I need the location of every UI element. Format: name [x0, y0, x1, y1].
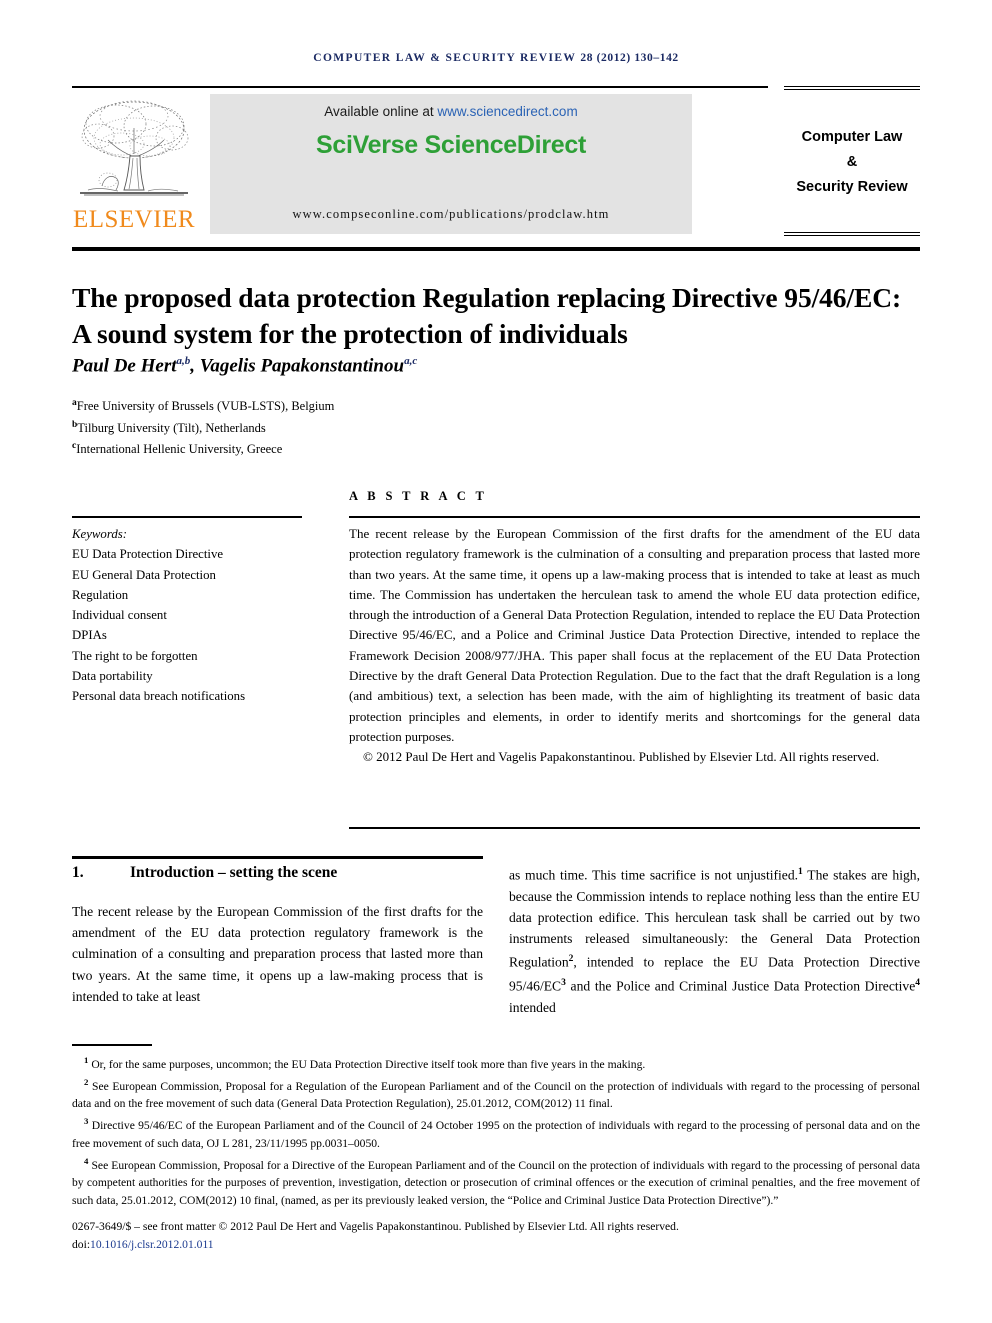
journal-title-box: Computer Law & Security Review	[784, 100, 920, 224]
author-list: Paul De Herta,b, Vagelis Papakonstantino…	[72, 355, 418, 377]
abstract-heading: A B S T R A C T	[349, 489, 488, 503]
masthead-rule-left	[72, 86, 768, 88]
affiliation-text: International Hellenic University, Greec…	[76, 442, 283, 457]
intro-right-part1: as much time. This time sacrifice is not…	[509, 867, 799, 883]
section-number: 1.	[72, 864, 84, 881]
abstract-text: The recent release by the European Commi…	[349, 526, 920, 744]
keyword-item: DPIAs	[72, 628, 107, 643]
journal-box-rule-top	[784, 86, 920, 90]
keyword-item: EU General Data Protection	[72, 567, 216, 582]
elsevier-tree-icon	[80, 100, 189, 196]
available-online-line: Available online at www.sciencedirect.co…	[210, 104, 692, 119]
journal-homepage-url[interactable]: www.compseconline.com/publications/prodc…	[210, 207, 692, 222]
running-head: COMPUTER LAW & SECURITY REVIEW 28 (2012)…	[0, 52, 992, 64]
keyword-item: Individual consent	[72, 608, 167, 623]
footnote-mark: 3	[84, 1116, 89, 1127]
affiliation-item: cInternational Hellenic University, Gree…	[72, 437, 772, 459]
footnote-ref-4[interactable]: 4	[915, 978, 920, 988]
intro-right-part4: and the Police and Criminal Justice Data…	[565, 978, 916, 994]
affiliation-text: Free University of Brussels (VUB-LSTS), …	[76, 399, 335, 414]
elsevier-logo: ELSEVIER	[72, 94, 196, 234]
keywords-rule	[72, 516, 302, 518]
abstract-rule-bottom	[349, 827, 920, 829]
abstract-block: The recent release by the European Commi…	[349, 524, 920, 768]
footnote-item: 3 Directive 95/46/EC of the European Par…	[72, 1113, 920, 1152]
journal-article-page: COMPUTER LAW & SECURITY REVIEW 28 (2012)…	[0, 0, 992, 1323]
intro-right-part5: intended	[509, 999, 556, 1015]
elsevier-wordmark: ELSEVIER	[72, 206, 196, 233]
keywords-label: Keywords:	[72, 527, 127, 541]
article-title: The proposed data protection Regulation …	[72, 282, 902, 350]
keyword-item: Personal data breach notifications	[72, 689, 246, 704]
title-rule	[72, 247, 920, 251]
author-affil-marks-1: a,b	[176, 355, 191, 367]
doi-value[interactable]: 10.1016/j.clsr.2012.01.011	[90, 1238, 214, 1251]
footnote-text: Or, for the same purposes, uncommon; the…	[91, 1057, 646, 1071]
keyword-item: The right to be forgotten	[72, 648, 198, 663]
front-matter-block: 0267-3649/$ – see front matter © 2012 Pa…	[72, 1218, 920, 1254]
running-head-journal: COMPUTER LAW & SECURITY REVIEW	[313, 52, 577, 64]
footnote-mark: 2	[84, 1076, 89, 1087]
affiliation-item: bTilburg University (Tilt), Netherlands	[72, 416, 772, 438]
keywords-block: Keywords: EU Data Protection Directive E…	[72, 524, 322, 707]
journal-box-line-2: &	[846, 153, 858, 170]
author-name-1: Paul De Hert	[72, 355, 177, 377]
footnote-text: See European Commission, Proposal for a …	[72, 1158, 920, 1208]
sciencedirect-link[interactable]: www.sciencedirect.com	[437, 104, 577, 119]
author-affil-marks-2: a,c	[404, 355, 418, 367]
affiliation-text: Tilburg University (Tilt), Netherlands	[77, 420, 266, 435]
journal-box-line-3: Security Review	[796, 178, 908, 195]
footnote-text: Directive 95/46/EC of the European Parli…	[72, 1118, 920, 1150]
footnote-mark: 4	[84, 1155, 89, 1166]
author-name-2: Vagelis Papakonstantinou	[199, 355, 405, 377]
abstract-rule-top	[349, 516, 920, 518]
footnote-item: 2 See European Commission, Proposal for …	[72, 1074, 920, 1113]
affiliation-item: aFree University of Brussels (VUB-LSTS),…	[72, 394, 772, 416]
keyword-item: Data portability	[72, 669, 153, 684]
intro-paragraph-left: The recent release by the European Commi…	[72, 904, 483, 1004]
available-online-prefix: Available online at	[324, 104, 438, 119]
section-title: Introduction – setting the scene	[130, 864, 338, 881]
footnote-mark: 1	[84, 1055, 89, 1065]
abstract-copyright: © 2012 Paul De Hert and Vagelis Papakons…	[363, 749, 880, 765]
footnote-separator-rule	[72, 1044, 152, 1046]
doi-line[interactable]: doi:10.1016/j.clsr.2012.01.011	[72, 1236, 920, 1254]
footnote-list: 1 Or, for the same purposes, uncommon; t…	[72, 1052, 920, 1210]
running-head-citation: 28 (2012) 130–142	[580, 52, 679, 64]
journal-box-rule-bottom	[784, 232, 920, 236]
sciencedirect-banner: Available online at www.sciencedirect.co…	[210, 94, 692, 234]
section-heading: 1. Introduction – setting the scene	[72, 864, 483, 882]
body-column-left: The recent release by the European Commi…	[72, 901, 483, 1007]
keyword-item: Regulation	[72, 587, 129, 602]
footnote-item: 1 Or, for the same purposes, uncommon; t…	[72, 1052, 920, 1074]
masthead: ELSEVIER Available online at www.science…	[72, 86, 920, 238]
issn-copyright-line: 0267-3649/$ – see front matter © 2012 Pa…	[72, 1220, 679, 1233]
keyword-item: EU Data Protection Directive	[72, 547, 224, 562]
doi-label: doi:	[72, 1237, 91, 1251]
body-column-right: as much time. This time sacrifice is not…	[509, 862, 920, 1018]
footnote-item: 4 See European Commission, Proposal for …	[72, 1153, 920, 1210]
footnote-text: See European Commission, Proposal for a …	[72, 1079, 920, 1111]
affiliation-list: aFree University of Brussels (VUB-LSTS),…	[72, 394, 772, 459]
journal-box-line-1: Computer Law	[801, 128, 903, 145]
sciverse-sciencedirect-logo: SciVerse ScienceDirect	[316, 131, 586, 159]
section-rule	[72, 856, 483, 859]
